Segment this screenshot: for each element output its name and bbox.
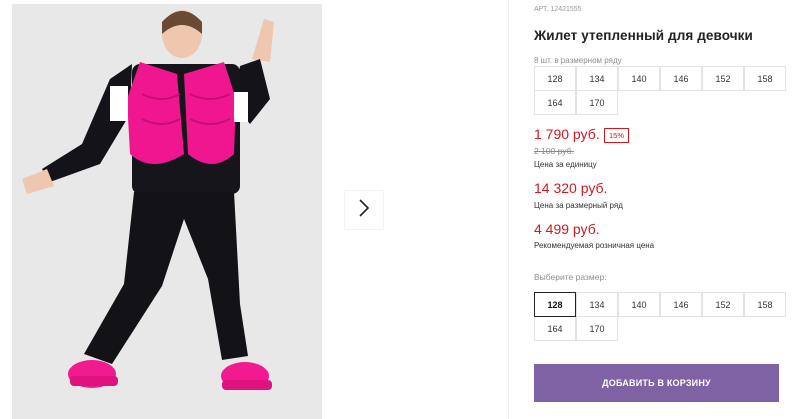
size-option-152[interactable]: 152 xyxy=(702,292,744,317)
pack-size-cell: 170 xyxy=(576,90,618,115)
rrp-price: 4 499 руб. xyxy=(534,221,600,237)
pack-size-grid: 128 134 140 146 152 158 164 170 xyxy=(534,66,786,115)
product-photo[interactable] xyxy=(12,4,322,419)
pack-size-cell: 146 xyxy=(660,66,702,91)
size-option-164[interactable]: 164 xyxy=(534,316,576,341)
size-selector: 128 134 140 146 152 158 164 170 xyxy=(534,292,786,341)
size-option-146[interactable]: 146 xyxy=(660,292,702,317)
size-option-134[interactable]: 134 xyxy=(576,292,618,317)
pack-price: 14 320 руб. xyxy=(534,180,608,196)
unit-price-caption: Цена за единицу xyxy=(534,160,597,169)
pack-sizes-label: 8 шт. в размерном ряду xyxy=(534,56,622,65)
product-title: Жилет утепленный для девочки xyxy=(534,28,753,43)
pack-size-cell: 128 xyxy=(534,66,576,91)
product-page: АРТ. 12421555 Жилет утепленный для девоч… xyxy=(0,0,800,419)
unit-price: 1 790 руб. xyxy=(534,126,600,142)
pack-size-cell: 164 xyxy=(534,90,576,115)
size-select-label: Выберите размер: xyxy=(534,272,607,282)
rrp-price-caption: Рекомендуемая розничная цена xyxy=(534,241,655,250)
chevron-right-icon xyxy=(357,198,371,222)
pack-size-cell: 158 xyxy=(744,66,786,91)
pack-price-caption: Цена за размерный ряд xyxy=(534,201,623,210)
pack-size-cell: 134 xyxy=(576,66,618,91)
old-price: 2 100 руб. xyxy=(534,146,574,156)
add-to-cart-button[interactable]: ДОБАВИТЬ В КОРЗИНУ xyxy=(534,364,779,402)
product-sku: АРТ. 12421555 xyxy=(534,6,582,13)
pack-size-cell: 152 xyxy=(702,66,744,91)
pack-size-cell: 140 xyxy=(618,66,660,91)
size-option-140[interactable]: 140 xyxy=(618,292,660,317)
column-divider xyxy=(508,0,509,419)
product-gallery xyxy=(0,0,508,419)
product-photo-illustration xyxy=(12,4,322,419)
size-option-128[interactable]: 128 xyxy=(534,292,576,317)
discount-badge: 15% xyxy=(604,128,630,143)
size-option-158[interactable]: 158 xyxy=(744,292,786,317)
size-option-170[interactable]: 170 xyxy=(576,316,618,341)
gallery-next-button[interactable] xyxy=(345,191,383,229)
